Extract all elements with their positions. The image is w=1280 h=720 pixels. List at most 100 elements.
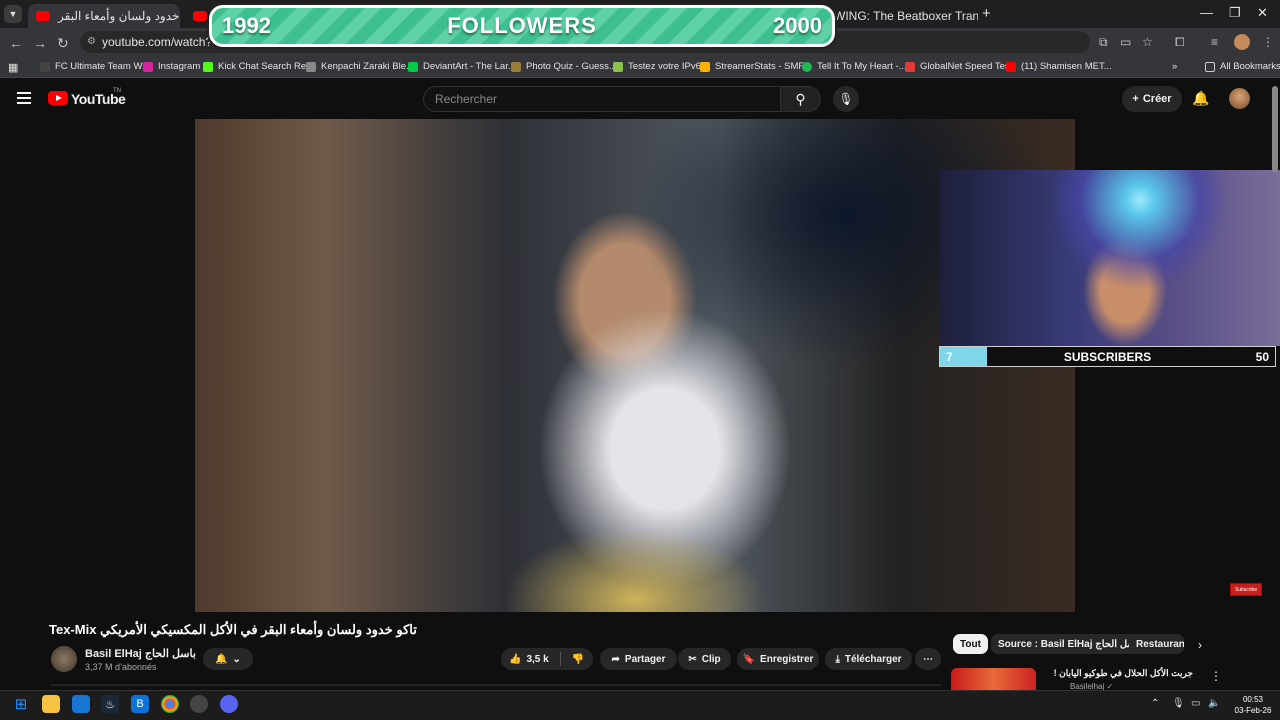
- obs-icon[interactable]: [190, 695, 208, 713]
- download-icon: ⤓: [835, 653, 840, 665]
- bookmark-label: Photo Quiz - Guess...: [526, 61, 617, 72]
- chip-all[interactable]: Tout: [953, 634, 988, 654]
- bookmark-item[interactable]: (11) Shamisen MET...: [1006, 61, 1112, 72]
- reading-list-icon[interactable]: ≡: [1211, 35, 1218, 49]
- site-info-icon[interactable]: ⚙: [87, 36, 96, 47]
- bookmark-label: DeviantArt - The Lar...: [423, 61, 516, 72]
- battlenet-icon[interactable]: B: [131, 695, 149, 713]
- tab-youtube-active[interactable]: تاكو خدود ولسان وأمعاء البقر ✕: [28, 4, 180, 28]
- recommended-title[interactable]: جربت الأكل الحلال في طوكيو اليابان !: [1043, 668, 1193, 679]
- subscribe-watermark[interactable]: Subscribe: [1230, 583, 1262, 596]
- followers-label: FOLLOWERS: [447, 13, 597, 38]
- tab-wing[interactable]: WING: The Beatboxer Transform ✕: [826, 4, 978, 28]
- taskbar-clock[interactable]: 00:53 03-Feb-26: [1232, 694, 1274, 716]
- like-dislike-group: 👍 3,5 k 👎: [501, 648, 593, 670]
- bookmark-label: Tell It To My Heart -...: [817, 61, 907, 72]
- tab-second[interactable]: C: [185, 4, 209, 28]
- bookmark-star-icon[interactable]: ☆: [1142, 35, 1153, 49]
- channel-avatar[interactable]: [51, 646, 77, 672]
- page-scrollbar[interactable]: [1272, 86, 1278, 172]
- bookmark-item[interactable]: Photo Quiz - Guess...: [511, 61, 617, 72]
- discord-icon[interactable]: [220, 695, 238, 713]
- bookmark-favicon-icon: [40, 61, 50, 72]
- close-window-icon[interactable]: ✕: [1257, 5, 1268, 21]
- back-icon[interactable]: ←: [9, 35, 23, 51]
- bookmark-item[interactable]: Testez votre IPv6.: [613, 61, 704, 72]
- file-explorer-icon[interactable]: [42, 695, 60, 713]
- all-bookmarks-button[interactable]: All Bookmarks: [1205, 61, 1280, 72]
- channel-subscriber-count: 3,37 M d’abonnés: [85, 662, 157, 672]
- more-options-icon[interactable]: ⋮: [1210, 669, 1222, 683]
- new-tab-button[interactable]: +: [982, 5, 991, 22]
- create-button[interactable]: + Créer: [1122, 86, 1182, 112]
- youtube-favicon-icon: [36, 11, 50, 21]
- steam-icon[interactable]: ♨: [101, 695, 119, 713]
- guide-menu-icon[interactable]: [17, 92, 31, 104]
- clip-button[interactable]: ✂ Clip: [678, 648, 731, 670]
- recommended-thumbnail[interactable]: [951, 668, 1036, 690]
- notifications-button[interactable]: 🔔 ⌄: [203, 648, 253, 670]
- chrome-menu-icon[interactable]: ⋮: [1262, 35, 1274, 49]
- search-input[interactable]: Rechercher: [423, 86, 781, 112]
- tray-overflow-icon[interactable]: ⌃: [1151, 698, 1159, 709]
- region-code: TN: [113, 88, 121, 94]
- windows-start-icon[interactable]: ⊞: [12, 695, 30, 713]
- channel-name[interactable]: Basil ElHaj باسل الحاج: [85, 647, 196, 660]
- youtube-logo-icon[interactable]: [48, 91, 68, 105]
- outlook-icon[interactable]: [72, 695, 90, 713]
- apps-grid-icon[interactable]: ▦: [8, 61, 18, 74]
- bookmark-item[interactable]: Kick Chat Search Re...: [203, 61, 314, 72]
- minimize-icon[interactable]: —: [1200, 5, 1213, 20]
- youtube-favicon-icon: [193, 11, 207, 21]
- chrome-icon[interactable]: [161, 695, 179, 713]
- deviantart-icon: [408, 61, 418, 72]
- reload-icon[interactable]: ↻: [57, 35, 69, 52]
- bell-icon: 🔔: [215, 653, 228, 665]
- save-button[interactable]: 🔖 Enregistrer: [737, 648, 819, 670]
- search-icon[interactable]: ⚲: [781, 86, 821, 112]
- share-button[interactable]: ➦ Partager: [600, 648, 677, 670]
- share-icon: ➦: [611, 653, 620, 665]
- save-label: Enregistrer: [760, 653, 814, 665]
- bookmark-favicon-icon: [700, 61, 710, 72]
- chip-source[interactable]: Source : Basil ElHaj باسل الحاج: [991, 634, 1149, 654]
- chevron-down-icon: ⌄: [232, 653, 241, 665]
- restore-icon[interactable]: ❐: [1229, 5, 1241, 21]
- bookmark-item[interactable]: Kenpachi Zaraki Ble...: [306, 61, 414, 72]
- tab-search-button[interactable]: ▼: [4, 5, 22, 23]
- chip-restaurants[interactable]: Restaurants: [1129, 634, 1184, 654]
- plus-icon: +: [1132, 93, 1139, 105]
- microphone-tray-icon[interactable]: 🎙: [1172, 698, 1185, 709]
- share-label: Partager: [624, 653, 666, 665]
- bookmark-item[interactable]: Instagram: [143, 61, 200, 72]
- bookmark-item[interactable]: DeviantArt - The Lar...: [408, 61, 516, 72]
- bookmark-item[interactable]: FC Ultimate Team W...: [40, 61, 150, 72]
- more-actions-icon[interactable]: ⋯: [915, 648, 941, 670]
- clock-time: 00:53: [1242, 695, 1264, 704]
- chevron-right-icon[interactable]: ›: [1198, 638, 1202, 652]
- network-icon[interactable]: ▭: [1191, 698, 1200, 709]
- bookmark-item[interactable]: GlobalNet Speed Test: [905, 61, 1012, 72]
- bookmark-label: GlobalNet Speed Test: [920, 61, 1013, 72]
- thumbs-down-icon[interactable]: 👎: [572, 654, 584, 665]
- notifications-bell-icon[interactable]: 🔔: [1192, 90, 1209, 107]
- profile-avatar[interactable]: [1234, 34, 1250, 50]
- download-button[interactable]: ⤓ Télécharger: [825, 648, 912, 670]
- microphone-icon[interactable]: 🎙: [833, 86, 859, 112]
- scissors-icon: ✂: [688, 653, 697, 665]
- forward-icon[interactable]: →: [33, 35, 47, 51]
- tab-title: تاكو خدود ولسان وأمعاء البقر: [58, 9, 180, 23]
- translate-icon[interactable]: ⧉: [1099, 35, 1108, 50]
- bookmark-item[interactable]: StreamerStats - SMF...: [700, 61, 811, 72]
- like-button[interactable]: 👍 3,5 k: [509, 654, 549, 665]
- streamer-webcam: [940, 170, 1280, 346]
- cast-icon[interactable]: ▭: [1120, 35, 1131, 49]
- youtube-favicon-icon: [1006, 61, 1016, 72]
- bookmark-favicon-icon: [613, 61, 623, 72]
- bookmarks-overflow-icon[interactable]: »: [1172, 61, 1177, 72]
- account-avatar[interactable]: [1229, 88, 1250, 109]
- volume-icon[interactable]: 🔈: [1208, 698, 1220, 709]
- clip-label: Clip: [701, 653, 721, 665]
- extensions-icon[interactable]: ⧠: [1175, 35, 1185, 50]
- bookmark-item[interactable]: Tell It To My Heart -...: [802, 61, 907, 72]
